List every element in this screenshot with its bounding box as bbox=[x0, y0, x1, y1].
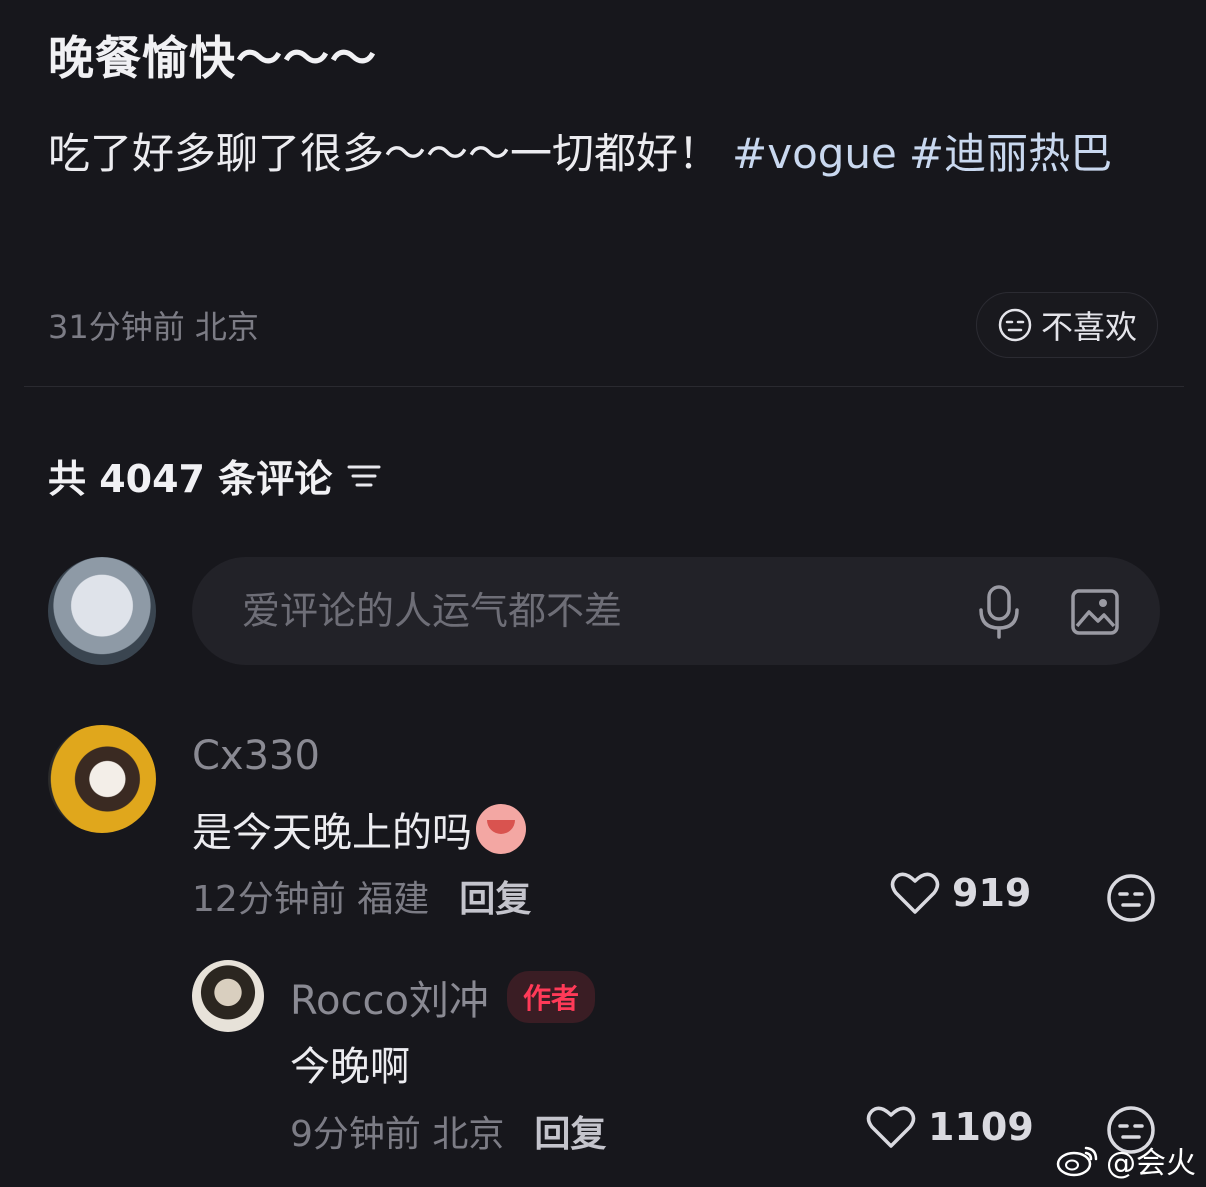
comment-author: Rocco刘冲 作者 bbox=[290, 968, 595, 1026]
post-body: 吃了好多聊了很多～～～一切都好！ #vogue #迪丽热巴 bbox=[48, 116, 1158, 192]
watermark: @会火 bbox=[1056, 1138, 1196, 1182]
comment-count: 共 4047 条评论 bbox=[48, 457, 333, 501]
like-button[interactable]: 1109 bbox=[866, 1104, 1034, 1150]
mic-icon[interactable] bbox=[976, 584, 1022, 640]
like-count: 919 bbox=[952, 871, 1032, 915]
divider bbox=[24, 386, 1184, 387]
comment-time-location: 12分钟前 福建 bbox=[192, 879, 430, 920]
comment-text-content: 是今天晚上的吗 bbox=[192, 810, 472, 856]
heart-icon bbox=[866, 1106, 916, 1148]
dislike-face-icon[interactable] bbox=[1105, 872, 1157, 924]
author-badge: 作者 bbox=[506, 971, 595, 1023]
dislike-button[interactable]: 不喜欢 bbox=[976, 292, 1158, 358]
tag-dilireba[interactable]: #迪丽热巴 bbox=[909, 129, 1112, 178]
avatar[interactable] bbox=[192, 960, 264, 1032]
watermark-text: @会火 bbox=[1106, 1146, 1196, 1181]
comment-username[interactable]: Cx330 bbox=[192, 733, 320, 779]
like-button[interactable]: 919 bbox=[890, 870, 1031, 916]
post-title: 晚餐愉快～～～ bbox=[48, 31, 377, 85]
weibo-logo-icon bbox=[1056, 1146, 1098, 1177]
tag-vogue[interactable]: #vogue bbox=[732, 129, 897, 178]
dislike-label: 不喜欢 bbox=[1040, 308, 1137, 346]
sort-icon[interactable] bbox=[346, 461, 382, 491]
comment-meta: 12分钟前 福建 回复 bbox=[192, 870, 531, 922]
post-meta: 31分钟前 北京 bbox=[48, 308, 259, 346]
my-avatar bbox=[48, 557, 156, 665]
comment-count-header: 共 4047 条评论 bbox=[48, 448, 382, 503]
reply-button[interactable]: 回复 bbox=[459, 879, 531, 920]
comment-input[interactable] bbox=[242, 589, 942, 633]
comment-username[interactable]: Rocco刘冲 bbox=[290, 968, 489, 1026]
dislike-face-icon bbox=[998, 308, 1032, 342]
comment-text: 是今天晚上的吗 bbox=[192, 800, 526, 858]
heart-icon bbox=[890, 872, 940, 914]
comment-text: 今晚啊 bbox=[290, 1044, 410, 1090]
post-text: 吃了好多聊了很多～～～一切都好！ bbox=[48, 129, 721, 178]
like-count: 1109 bbox=[928, 1105, 1034, 1149]
avatar[interactable] bbox=[48, 725, 156, 833]
comment-meta: 9分钟前 北京 回复 bbox=[290, 1105, 606, 1157]
comment-time-location: 9分钟前 北京 bbox=[290, 1114, 505, 1155]
laughing-emoji-icon bbox=[476, 804, 526, 854]
image-icon[interactable] bbox=[1070, 588, 1120, 636]
reply-button[interactable]: 回复 bbox=[534, 1114, 606, 1155]
